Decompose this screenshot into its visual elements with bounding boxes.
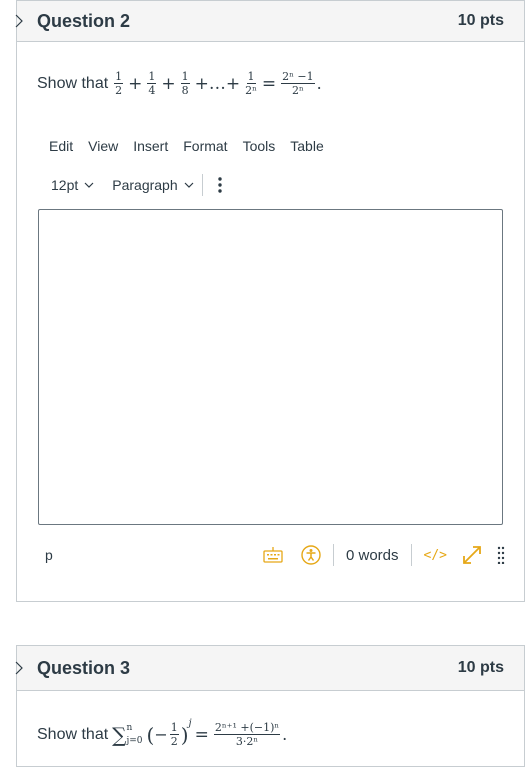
question-2-title: Question 2 (37, 10, 131, 31)
question-3-prompt: Show that ∑ n j=0 ( − 12 ) j = 2ⁿ⁺¹ +(−1… (37, 718, 288, 748)
question-2-prompt-text: Show that (37, 74, 109, 92)
ellipsis: +…+ (194, 73, 241, 94)
question-3-prompt-text: Show that (37, 725, 109, 743)
fraction-den: 2 (115, 84, 123, 97)
question-3-card: Question 3 10 pts Show that ∑ n j=0 ( − … (15, 645, 525, 767)
statusbar-tools: 0 words </> (263, 541, 505, 569)
fraction: 2ⁿ⁺¹ +(−1)ⁿ 3·2ⁿ (213, 721, 281, 748)
font-size-select[interactable]: 12pt (51, 177, 94, 193)
menu-table[interactable]: Table (290, 138, 331, 154)
question-2-equation: 12 + 14 + 18 +…+ 1 2ⁿ = 2ⁿ −1 2ⁿ . (112, 71, 322, 96)
fraction-den: 8 (181, 84, 189, 97)
editor-toolbar: 12pt Paragraph (51, 174, 223, 196)
font-size-value: 12pt (51, 177, 79, 193)
fraction-num: 1 (147, 70, 157, 84)
editor-menubar: Edit View Insert Format Tools Table (49, 138, 339, 154)
question-2-header: Question 2 10 pts (17, 1, 524, 42)
question-2-card: Question 2 10 pts Show that 12 + 14 + 18… (15, 0, 525, 602)
fraction-num: 2ⁿ⁺¹ +(−1)ⁿ (213, 721, 281, 735)
equals-sign: = (261, 73, 277, 94)
html-editor-toggle[interactable]: </> (424, 548, 447, 563)
fraction: 12 (169, 721, 179, 748)
block-format-value: Paragraph (112, 177, 178, 193)
fullscreen-icon[interactable] (461, 544, 483, 566)
toolbar-divider (201, 174, 203, 196)
fraction-num: 1 (246, 70, 256, 84)
right-paren: ) (180, 722, 189, 747)
fraction-den: 2ⁿ (292, 84, 304, 97)
exponent: j (188, 718, 192, 729)
fraction-den: 2ⁿ (245, 84, 257, 97)
accessibility-icon[interactable] (301, 545, 321, 565)
question-2-points: 10 pts (457, 12, 504, 29)
question-3-header: Question 3 10 pts (17, 646, 524, 691)
sum-symbol: ∑ (112, 722, 127, 747)
menu-insert[interactable]: Insert (133, 138, 176, 154)
fraction-den: 3·2ⁿ (235, 735, 259, 748)
question-3-equation: ∑ n j=0 ( − 12 ) j = 2ⁿ⁺¹ +(−1)ⁿ 3·2ⁿ . (112, 718, 288, 748)
answer-editor-area[interactable] (38, 209, 503, 525)
fraction-num: 1 (180, 70, 190, 84)
more-options-icon[interactable] (217, 176, 223, 194)
chevron-down-icon (84, 182, 94, 188)
fraction-den: 2 (170, 735, 178, 748)
resize-handle-icon[interactable] (497, 546, 505, 564)
keyboard-icon[interactable] (263, 547, 283, 563)
question-3-marker-icon (15, 661, 23, 675)
menu-format[interactable]: Format (183, 138, 235, 154)
period: . (316, 74, 322, 93)
fraction-den: 4 (148, 84, 156, 97)
block-format-select[interactable]: Paragraph (112, 177, 194, 193)
fraction: 18 (180, 70, 190, 97)
menu-view[interactable]: View (88, 138, 126, 154)
question-2-marker-icon (15, 14, 23, 28)
sum-limits: n j=0 (126, 722, 143, 746)
word-count[interactable]: 0 words (346, 547, 399, 564)
sum-lower: j=0 (126, 735, 143, 746)
status-divider (332, 544, 334, 566)
fraction-num: 1 (114, 70, 124, 84)
fraction: 14 (147, 70, 157, 97)
chevron-down-icon (184, 182, 194, 188)
editor-statusbar: p 0 words </> (45, 541, 505, 569)
sum-upper: n (126, 722, 133, 733)
plus-sign: + (161, 73, 176, 94)
plus-sign: + (128, 73, 143, 94)
menu-edit[interactable]: Edit (49, 138, 81, 154)
element-path[interactable]: p (45, 547, 53, 563)
fraction: 12 (114, 70, 124, 97)
left-paren: ( (146, 722, 155, 747)
fraction: 1 2ⁿ (245, 71, 257, 96)
equals-sign: = (194, 724, 209, 745)
question-2-prompt: Show that 12 + 14 + 18 +…+ 1 2ⁿ = 2ⁿ −1 2ⁿ… (37, 71, 322, 96)
period: . (282, 725, 288, 744)
negative-sign: − (154, 725, 168, 744)
question-3-points: 10 pts (457, 659, 504, 676)
fraction-num: 2ⁿ −1 (281, 70, 315, 84)
fraction: 2ⁿ −1 2ⁿ (281, 70, 315, 97)
question-3-title: Question 3 (37, 657, 131, 678)
menu-tools[interactable]: Tools (243, 138, 284, 154)
status-divider (410, 544, 412, 566)
fraction-num: 1 (169, 721, 179, 735)
